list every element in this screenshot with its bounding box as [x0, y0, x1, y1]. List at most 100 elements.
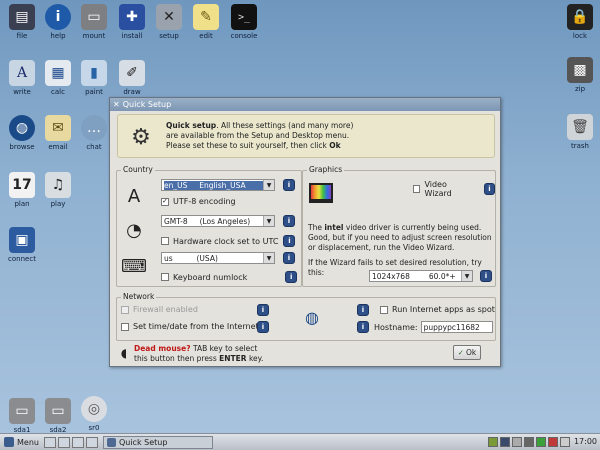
dead-mouse-line2-pre: this button then press — [134, 354, 220, 363]
menu-button[interactable]: Menu — [0, 434, 43, 450]
video-wizard-checkbox[interactable] — [413, 185, 421, 193]
taskbar: Menu Quick Setup 17:00 — [0, 433, 600, 450]
ok-label: Ok — [466, 348, 477, 357]
tray-firewall-icon[interactable] — [548, 437, 558, 447]
desktop-icon-console[interactable]: >_ console — [222, 4, 266, 41]
firewall-info-button[interactable]: i — [257, 304, 269, 316]
graphics-description: The intel video driver is currently bein… — [308, 223, 492, 253]
keyboard-combo[interactable]: us (USA) ▼ — [161, 252, 275, 264]
desktop-icon-label: play — [50, 200, 66, 208]
monitor-icon — [309, 183, 333, 203]
chevron-down-icon: ▼ — [263, 180, 274, 190]
video-wizard-info-button[interactable]: i — [483, 183, 495, 195]
desktop-icon-play[interactable]: ♫ play — [36, 172, 80, 209]
network-globe-icon: ◍ — [305, 307, 319, 327]
drive-icon: ▭ — [81, 4, 107, 30]
tray-volume-icon[interactable] — [512, 437, 522, 447]
numlock-checkbox[interactable] — [161, 273, 169, 281]
menu-label: Menu — [17, 437, 39, 447]
dead-mouse-bold: Dead mouse? — [134, 344, 191, 353]
chevron-down-icon: ▼ — [263, 216, 274, 226]
intro-ok-bold: Ok — [329, 141, 341, 150]
intro-line1: . All these settings (and many more) — [216, 121, 354, 130]
resolution-combo[interactable]: 1024x768 60.0*+ ▼ — [369, 270, 473, 282]
desktop-icon-zip[interactable]: ▩ zip — [558, 57, 600, 94]
country-group-label: Country — [121, 165, 155, 174]
hostname-input[interactable]: puppypc11682 — [420, 321, 493, 333]
quicklaunch-windows-icon[interactable] — [57, 436, 70, 448]
archive-icon: ▩ — [567, 57, 593, 83]
keyboard-value: us (USA) — [164, 253, 218, 263]
timezone-info-button[interactable]: i — [283, 215, 295, 227]
desktop-icon-lock[interactable]: 🔒 lock — [558, 4, 600, 41]
settime-checkbox[interactable] — [121, 322, 129, 331]
quick-setup-window: ✕ Quick Setup ⚙ Quick setup. All these s… — [109, 97, 501, 367]
paint-roller-icon: ▮ — [81, 60, 107, 86]
tray-battery-icon[interactable] — [536, 437, 546, 447]
quicklaunch-terminal-icon[interactable] — [71, 436, 84, 448]
chevron-down-icon: ▼ — [461, 271, 472, 281]
hostname-value: puppypc11682 — [423, 322, 480, 332]
desktop-icon-label: sr0 — [88, 424, 100, 432]
desktop-icon-sr0[interactable]: ◎ sr0 — [72, 396, 116, 433]
drive-icon: ▭ — [45, 398, 71, 424]
desktop-icon-label: trash — [571, 142, 589, 150]
hwclock-info-button[interactable]: i — [283, 235, 296, 247]
ok-button[interactable]: ✓ Ok — [453, 345, 481, 360]
graphics-desc-rest: video driver is currently being used. — [343, 223, 482, 232]
help-icon: i — [45, 4, 71, 30]
drive-icon: ▭ — [9, 398, 35, 424]
video-wizard-label: Video Wizard — [424, 180, 452, 198]
desktop-icon-draw[interactable]: ✐ draw — [110, 60, 154, 97]
hwclock-checkbox[interactable] — [161, 237, 169, 245]
intro-panel: ⚙ Quick setup. All these settings (and m… — [117, 114, 495, 158]
spot-label: Run Internet apps as spot — [392, 305, 495, 314]
tray-power-icon[interactable] — [488, 437, 498, 447]
locale-letter-icon: A — [127, 185, 141, 207]
hostname-info-button[interactable]: i — [357, 321, 369, 333]
notepad-icon: ✎ — [193, 4, 219, 30]
window-titlebar[interactable]: ✕ Quick Setup — [110, 98, 500, 111]
graphics-desc-line2: Good, but if you need to adjust screen r… — [308, 233, 492, 242]
write-icon: A — [9, 60, 35, 86]
intro-bold: Quick setup — [166, 121, 217, 130]
quicklaunch-browser-icon[interactable] — [85, 436, 98, 448]
settime-info-button[interactable]: i — [257, 321, 269, 333]
intro-line3: Please set these to suit yourself, then … — [166, 141, 330, 150]
hostname-label: Hostname: — [374, 322, 418, 332]
system-tray — [486, 437, 570, 447]
firewall-checkbox[interactable] — [121, 305, 129, 314]
monitor-screen — [311, 185, 331, 199]
network-icon: ▣ — [9, 227, 35, 253]
music-icon: ♫ — [45, 172, 71, 198]
spot-info-button[interactable]: i — [357, 304, 369, 316]
desktop-icon-label: lock — [572, 32, 588, 40]
tray-network-icon[interactable] — [524, 437, 534, 447]
tray-display-icon[interactable] — [500, 437, 510, 447]
desktop-icon-label: console — [230, 32, 258, 40]
numlock-info-button[interactable]: i — [285, 271, 298, 283]
resolution-info-button[interactable]: i — [480, 270, 492, 282]
desktop-icon-label: connect — [8, 255, 36, 263]
graphics-desc-pre: The — [308, 223, 325, 232]
intro-text: Quick setup. All these settings (and man… — [166, 121, 353, 151]
quicklaunch-desktop-icon[interactable] — [43, 436, 56, 448]
desktop-icon-trash[interactable]: 🗑 trash — [558, 114, 600, 151]
keyboard-info-button[interactable]: i — [283, 252, 295, 264]
dead-mouse-line2-post: key. — [246, 354, 264, 363]
locale-combo[interactable]: en_US English_USA ▼ — [161, 179, 275, 191]
timezone-combo[interactable]: GMT-8 (Los Angeles) ▼ — [161, 215, 275, 227]
desktop-icon-label: zip — [574, 85, 586, 93]
draw-icon: ✐ — [119, 60, 145, 86]
desktop-icon-connect[interactable]: ▣ connect — [0, 227, 44, 264]
calendar-icon: 17 — [9, 172, 35, 198]
tray-keyboard-icon[interactable] — [560, 437, 570, 447]
menu-icon — [4, 437, 14, 447]
chat-icon: … — [81, 115, 107, 141]
network-group-label: Network — [121, 292, 157, 301]
hwclock-label: Hardware clock set to UTC — [173, 236, 279, 246]
spot-checkbox[interactable] — [380, 305, 388, 314]
taskbar-task-quick-setup[interactable]: Quick Setup — [102, 435, 213, 449]
utf8-checkbox[interactable]: ✓ — [161, 197, 169, 206]
locale-info-button[interactable]: i — [283, 179, 295, 191]
